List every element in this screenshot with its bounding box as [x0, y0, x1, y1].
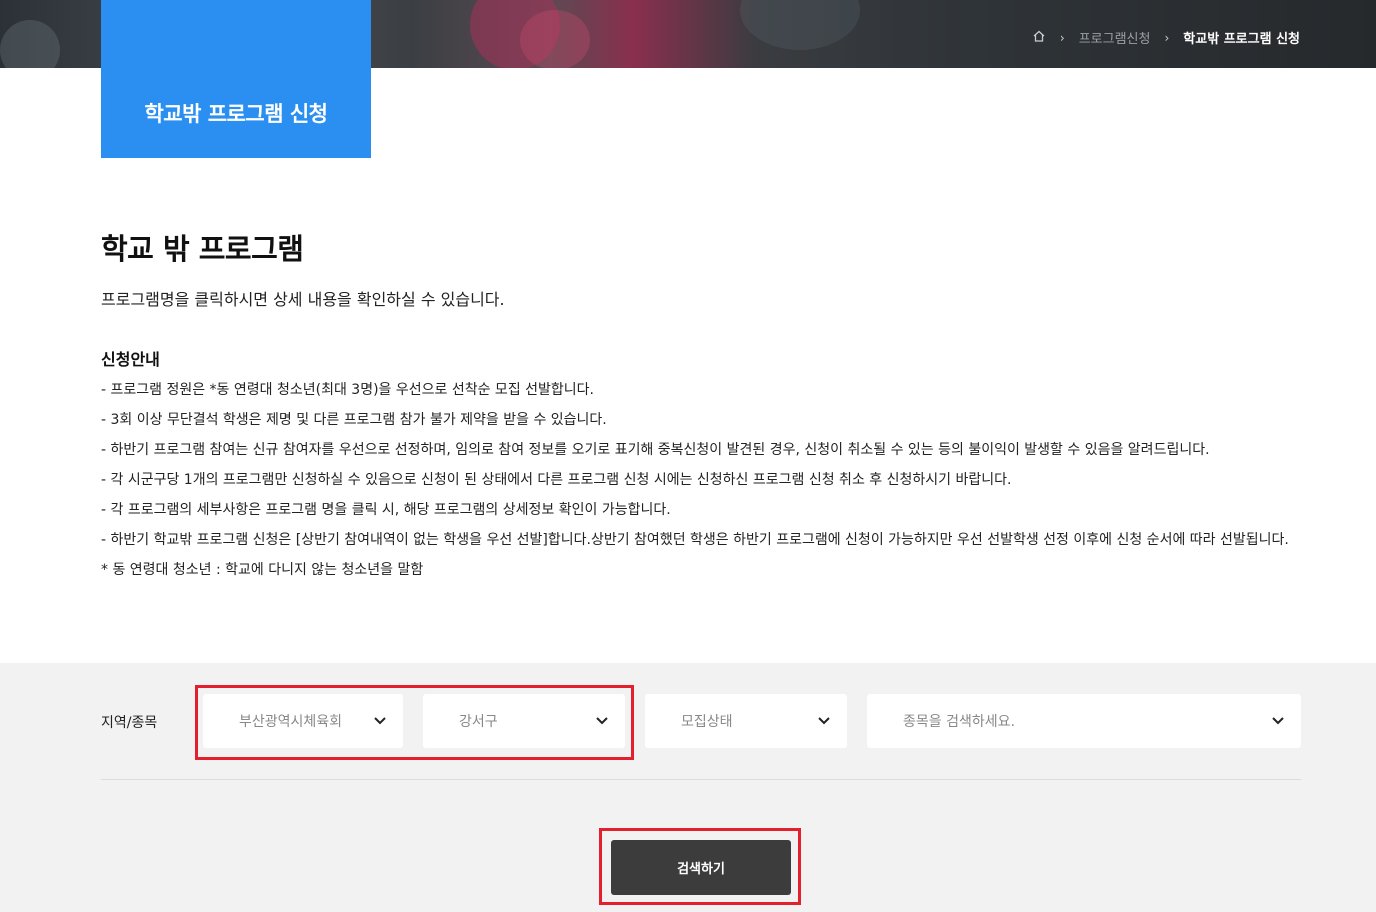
home-icon[interactable]	[1032, 29, 1046, 47]
search-panel: 지역/종목 부산광역시체육회 강서구 모집상태 종목을 검색하세요. 검색하기	[0, 663, 1376, 912]
highlight-box-region	[195, 685, 634, 760]
breadcrumb-item-program-apply[interactable]: 프로그램신청	[1079, 28, 1151, 47]
section-heading: 학교 밖 프로그램	[101, 232, 304, 266]
highlight-box-search	[599, 828, 801, 905]
notice-list: - 프로그램 정원은 *동 연령대 청소년(최대 3명)을 우선으로 선착순 모…	[101, 380, 1301, 580]
chevron-right-icon: ›	[1164, 30, 1170, 45]
chevron-down-icon	[1272, 717, 1284, 725]
page-title: 학교밖 프로그램 신청	[144, 102, 328, 126]
notice-item: - 각 프로그램의 세부사항은 프로그램 명을 클릭 시, 해당 프로그램의 상…	[101, 502, 671, 518]
page-title-box: 학교밖 프로그램 신청	[101, 0, 371, 158]
breadcrumb: › 프로그램신청 › 학교밖 프로그램 신청	[1032, 28, 1300, 47]
recruit-status-select[interactable]: 모집상태	[645, 694, 847, 748]
divider	[101, 779, 1301, 780]
sport-search-select[interactable]: 종목을 검색하세요.	[867, 694, 1301, 748]
chevron-down-icon	[818, 717, 830, 725]
notice-item: * 동 연령대 청소년 : 학교에 다니지 않는 청소년을 말함	[101, 562, 424, 578]
sport-search-select-value: 종목을 검색하세요.	[903, 714, 1015, 730]
notice-item: - 각 시군구당 1개의 프로그램만 신청하실 수 있음으로 신청이 된 상태에…	[101, 472, 1012, 488]
chevron-right-icon: ›	[1059, 30, 1065, 45]
main-content: 학교 밖 프로그램 프로그램명을 클릭하시면 상세 내용을 확인하실 수 있습니…	[101, 226, 1301, 590]
notice-item: - 하반기 프로그램 참여는 신규 참여자를 우선으로 선정하며, 임의로 참여…	[101, 442, 1210, 458]
recruit-status-select-value: 모집상태	[681, 714, 733, 730]
notice-title: 신청안내	[101, 350, 160, 369]
notice-item: - 프로그램 정원은 *동 연령대 청소년(최대 3명)을 우선으로 선착순 모…	[101, 382, 594, 398]
intro-text: 프로그램명을 클릭하시면 상세 내용을 확인하실 수 있습니다.	[101, 290, 505, 309]
breadcrumb-item-current: 학교밖 프로그램 신청	[1183, 32, 1300, 47]
region-sport-label: 지역/종목	[101, 715, 158, 731]
notice-item: - 하반기 학교밖 프로그램 신청은 [상반기 참여내역이 없는 학생을 우선 …	[101, 532, 1289, 548]
notice-item: - 3회 이상 무단결석 학생은 제명 및 다른 프로그램 참가 불가 제약을 …	[101, 412, 607, 428]
